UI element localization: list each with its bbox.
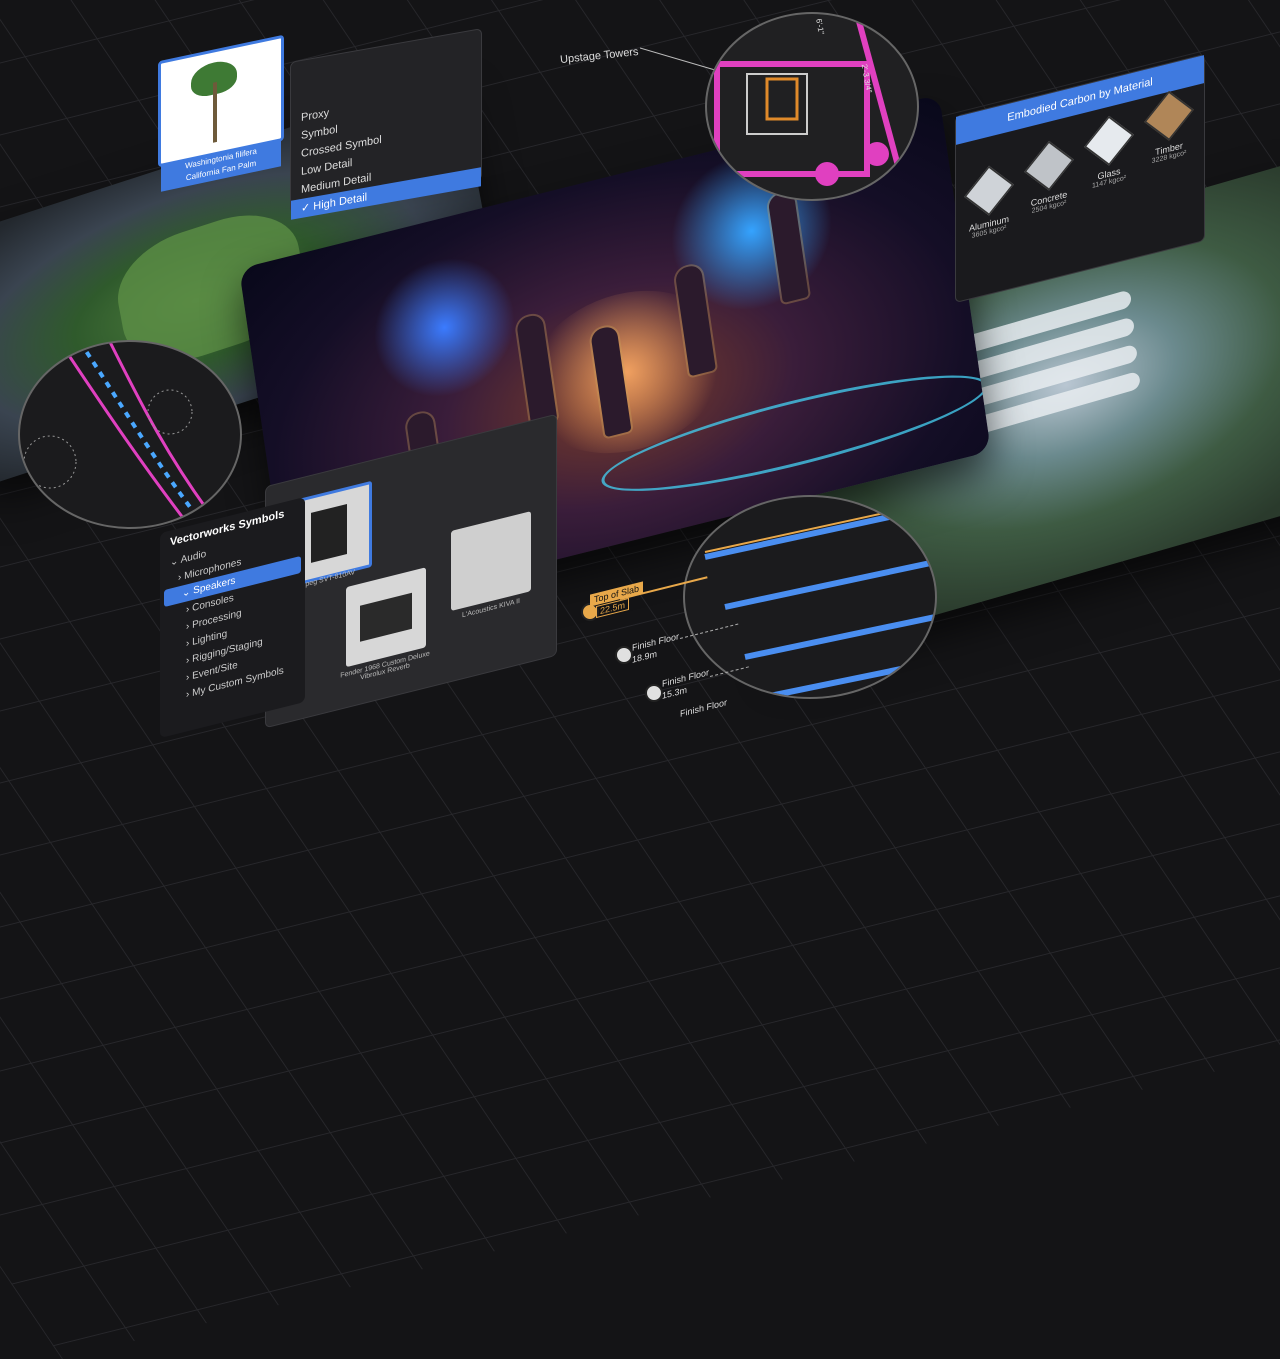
thumbnail-fender[interactable]: [346, 567, 426, 668]
building-section-magnifier: [683, 495, 937, 699]
upstage-towers-magnifier: 2'-3 3/4" 6'-1": [705, 12, 919, 201]
detail-level-menu: Proxy Symbol Crossed Symbol Low Detail M…: [290, 28, 482, 220]
tower-plan-drawing: [714, 14, 910, 199]
vectorworks-symbols-panel: Vectorworks Symbols ⌄ Audio › Microphone…: [160, 496, 305, 739]
concrete-cube-icon: [1024, 140, 1074, 191]
finish-floor-marker-icon: [645, 684, 663, 702]
blue-spotlight: [364, 242, 525, 413]
glass-cube-icon: [1084, 115, 1134, 166]
speaker-cabinet-icon: [311, 503, 347, 563]
roadway-plan-magnifier: [18, 340, 242, 529]
palm-trunk-icon: [213, 81, 217, 143]
timber-cube-icon: [1144, 90, 1194, 141]
material-concrete: Concrete 2504 kgco²: [1020, 136, 1078, 217]
material-aluminum: Aluminum 3605 kgco²: [960, 161, 1018, 242]
thumbnail-kiva[interactable]: [451, 511, 531, 612]
section-drawing: [704, 501, 935, 697]
finish-floor-marker-icon: [615, 646, 633, 664]
material-glass: Glass 1147 kgco²: [1080, 112, 1138, 193]
callout-leader-line: [640, 47, 716, 71]
material-timber: Timber 3228 kgco²: [1140, 87, 1198, 168]
aluminum-cube-icon: [964, 165, 1014, 216]
roadway-drawing: [23, 342, 222, 527]
amplifier-icon: [360, 592, 412, 642]
